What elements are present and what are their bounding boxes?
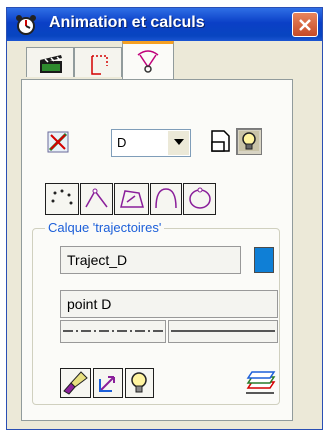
layers-icon bbox=[246, 371, 276, 394]
close-icon bbox=[299, 19, 311, 31]
point-select-value: D bbox=[117, 135, 127, 150]
trajectory-color-swatch[interactable] bbox=[254, 247, 274, 273]
trajectory-type-polyline[interactable] bbox=[80, 183, 113, 215]
pencil-crossed-icon bbox=[47, 131, 69, 153]
chevron-down-icon bbox=[174, 139, 184, 145]
title-bar[interactable]: Animation et calculs bbox=[7, 8, 322, 41]
trajectory-type-closed-loop[interactable] bbox=[183, 183, 216, 215]
dropdown-arrow-button[interactable] bbox=[167, 131, 189, 155]
dash-dot-line-icon bbox=[63, 330, 163, 332]
solid-line-icon bbox=[171, 330, 275, 332]
alarm-clock-icon bbox=[16, 15, 36, 35]
trajectory-name-field[interactable]: Traject_D bbox=[60, 246, 241, 274]
arc-curve-icon bbox=[155, 188, 177, 209]
page-icon bbox=[211, 130, 230, 152]
layers-button[interactable] bbox=[244, 368, 278, 398]
close-button[interactable] bbox=[292, 12, 318, 37]
new-page-button[interactable] bbox=[207, 128, 233, 154]
dotted-corner-icon bbox=[91, 55, 108, 75]
trajectory-type-dots[interactable] bbox=[45, 183, 79, 215]
polyline-icon bbox=[85, 188, 108, 208]
paint-brush-icon bbox=[63, 371, 88, 395]
point-label-field[interactable]: point D bbox=[60, 290, 278, 318]
closed-loop-icon bbox=[189, 187, 211, 209]
tab-points[interactable] bbox=[74, 47, 122, 77]
polygon-icon bbox=[120, 190, 144, 208]
window-title: Animation et calculs bbox=[49, 14, 205, 31]
line-style-dash-dot[interactable] bbox=[60, 320, 166, 343]
tab-animation[interactable] bbox=[26, 47, 74, 77]
bulb-button[interactable] bbox=[125, 368, 154, 398]
arrow-reset-icon bbox=[99, 376, 115, 392]
tab-strip bbox=[26, 41, 286, 81]
point-select[interactable]: D bbox=[111, 129, 191, 157]
lightbulb-icon bbox=[131, 372, 147, 393]
paint-brush-button[interactable] bbox=[60, 368, 91, 398]
no-trajectory-button[interactable] bbox=[45, 129, 71, 155]
group-title: Calque 'trajectoires' bbox=[45, 220, 165, 235]
line-style-solid[interactable] bbox=[168, 320, 278, 343]
dots-icon bbox=[51, 189, 73, 205]
trajectory-type-arc[interactable] bbox=[150, 183, 182, 215]
clapperboard-icon bbox=[40, 55, 62, 73]
trajectory-icon bbox=[137, 50, 159, 73]
trajectory-type-polygon[interactable] bbox=[114, 183, 149, 215]
tab-trajectories[interactable] bbox=[122, 41, 174, 79]
layer-visibility-toggle[interactable] bbox=[236, 128, 262, 155]
clear-trajectory-button[interactable] bbox=[93, 368, 123, 398]
bulb-grid-icon bbox=[239, 131, 259, 151]
